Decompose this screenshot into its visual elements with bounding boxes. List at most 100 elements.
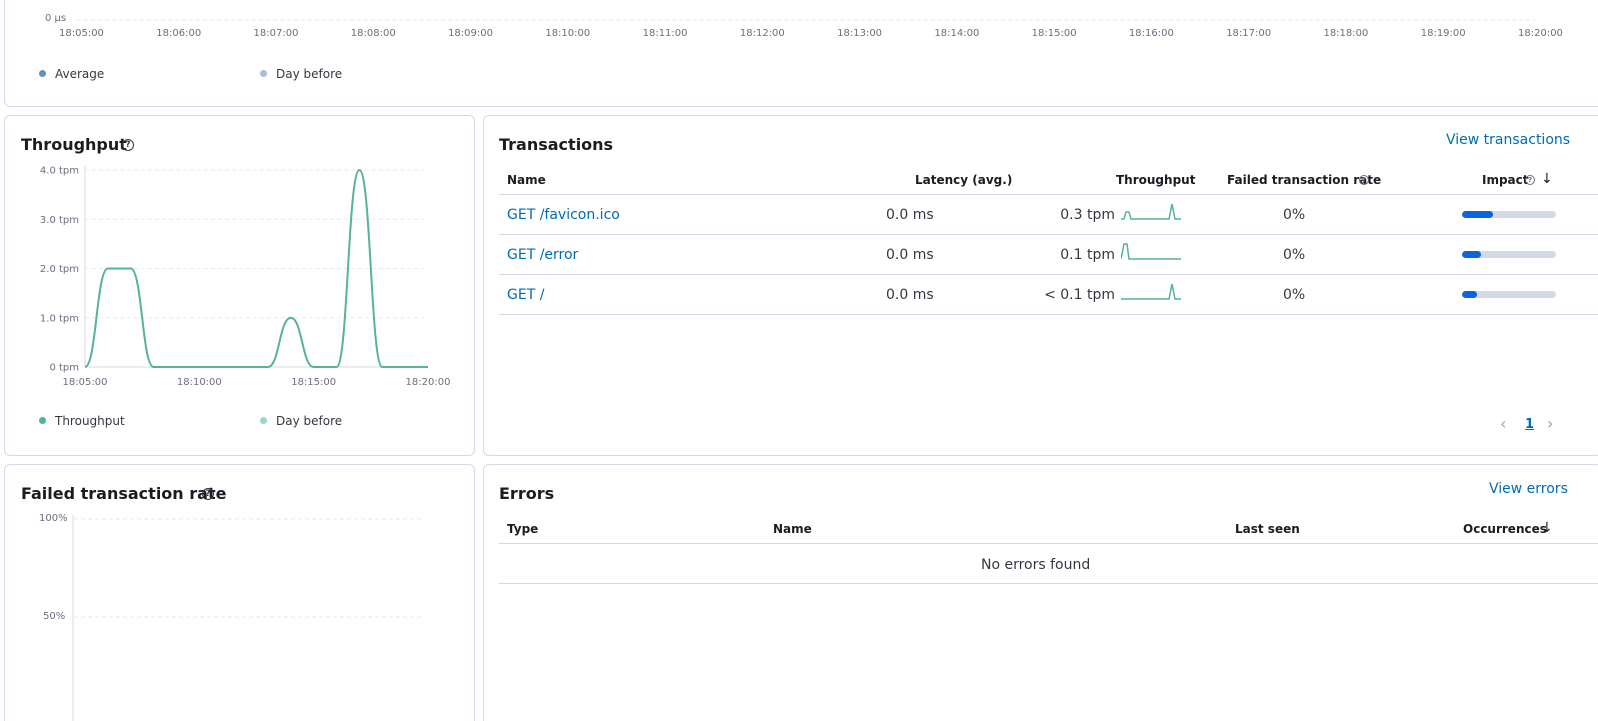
latency-x-tick: 18:19:00 bbox=[1420, 28, 1466, 39]
transaction-throughput: < 0.1 tpm bbox=[1044, 287, 1115, 303]
legend-label-day-before-throughput: Day before bbox=[276, 414, 343, 428]
latency-x-tick: 18:18:00 bbox=[1323, 28, 1369, 39]
column-header-type[interactable]: Type bbox=[507, 522, 538, 536]
throughput-y-tick: 1.0 tpm bbox=[40, 313, 79, 324]
transaction-name-link[interactable]: GET /favicon.ico bbox=[507, 207, 620, 223]
view-errors-link[interactable]: View errors bbox=[1489, 481, 1568, 497]
table-row-divider bbox=[499, 234, 1598, 235]
transaction-failed-rate: 0% bbox=[1283, 247, 1306, 263]
help-icon[interactable]: ? bbox=[1525, 175, 1535, 185]
table-row-divider bbox=[499, 274, 1598, 275]
legend-throughput[interactable]: Throughput bbox=[39, 414, 125, 428]
view-transactions-link[interactable]: View transactions bbox=[1446, 132, 1570, 148]
errors-header-divider bbox=[499, 543, 1598, 544]
throughput-y-tick: 4.0 tpm bbox=[40, 166, 79, 177]
transaction-latency: 0.0 ms bbox=[886, 207, 934, 223]
impact-bar-fill bbox=[1462, 251, 1481, 258]
latency-x-tick: 18:17:00 bbox=[1226, 28, 1272, 39]
legend-day-before[interactable]: Day before bbox=[260, 67, 342, 81]
latency-x-tick: 18:13:00 bbox=[837, 28, 883, 39]
throughput-sparkline bbox=[1121, 283, 1181, 300]
column-header-failed-rate[interactable]: Failed transaction rate bbox=[1227, 173, 1381, 187]
transactions-panel: Transactions View transactions Name Late… bbox=[483, 115, 1598, 456]
legend-average[interactable]: Average bbox=[39, 67, 104, 81]
impact-bar-fill bbox=[1462, 291, 1478, 298]
latency-x-tick: 18:12:00 bbox=[739, 28, 785, 39]
latency-x-tick: 18:10:00 bbox=[545, 28, 591, 39]
impact-bar bbox=[1462, 251, 1556, 258]
throughput-y-tick: 0 tpm bbox=[49, 363, 79, 374]
failed-transaction-rate-panel: Failed transaction rate ? 100% 50% bbox=[4, 464, 475, 721]
transaction-latency: 0.0 ms bbox=[886, 287, 934, 303]
table-row-divider bbox=[499, 314, 1598, 315]
errors-row-divider bbox=[499, 583, 1598, 584]
help-icon[interactable]: ? bbox=[1359, 175, 1369, 185]
legend-label-day-before: Day before bbox=[276, 67, 343, 81]
latency-x-tick: 18:20:00 bbox=[1518, 28, 1563, 39]
latency-x-tick: 18:11:00 bbox=[642, 28, 688, 39]
table-header-divider bbox=[499, 194, 1598, 195]
pagination-page-1[interactable]: 1 bbox=[1525, 417, 1534, 432]
impact-bar bbox=[1462, 291, 1556, 298]
throughput-sparkline bbox=[1121, 203, 1181, 220]
failed-rate-y-tick-50: 50% bbox=[43, 611, 66, 622]
transactions-title: Transactions bbox=[499, 135, 614, 154]
pagination-next-icon[interactable]: › bbox=[1547, 414, 1553, 433]
legend-label-throughput: Throughput bbox=[55, 414, 125, 428]
column-header-last-seen[interactable]: Last seen bbox=[1235, 522, 1300, 536]
throughput-x-tick: 18:15:00 bbox=[291, 377, 336, 388]
latency-x-tick: 18:06:00 bbox=[156, 28, 202, 39]
pagination-prev-icon[interactable]: ‹ bbox=[1500, 414, 1506, 433]
throughput-x-tick: 18:20:00 bbox=[406, 377, 451, 388]
latency-y-tick: 0 µs bbox=[45, 13, 67, 24]
throughput-x-tick: 18:10:00 bbox=[177, 377, 222, 388]
legend-dot-day-before-throughput bbox=[260, 417, 267, 424]
latency-x-tick: 18:15:00 bbox=[1031, 28, 1077, 39]
legend-dot-average bbox=[39, 70, 46, 77]
transaction-failed-rate: 0% bbox=[1283, 207, 1306, 223]
transaction-latency: 0.0 ms bbox=[886, 247, 934, 263]
column-header-latency[interactable]: Latency (avg.) bbox=[915, 173, 1012, 187]
transaction-name-link[interactable]: GET / bbox=[507, 287, 544, 303]
legend-label-average: Average bbox=[55, 67, 105, 81]
latency-x-tick: 18:16:00 bbox=[1128, 28, 1174, 39]
column-header-error-name[interactable]: Name bbox=[773, 522, 812, 536]
legend-dot-throughput bbox=[39, 417, 46, 424]
latency-chart bbox=[77, 19, 1535, 21]
latency-x-tick: 18:07:00 bbox=[253, 28, 299, 39]
errors-panel: Errors View errors Type Name Last seen O… bbox=[483, 464, 1598, 721]
latency-x-tick: 18:05:00 bbox=[59, 28, 104, 39]
transaction-throughput: 0.1 tpm bbox=[1060, 247, 1115, 263]
sparkline-path bbox=[1121, 243, 1181, 260]
latency-x-tick: 18:14:00 bbox=[934, 28, 980, 39]
latency-x-tick: 18:08:00 bbox=[350, 28, 396, 39]
failed-rate-chart bbox=[72, 515, 425, 721]
latency-x-tick: 18:09:00 bbox=[448, 28, 493, 39]
sparkline-path bbox=[1121, 203, 1181, 220]
throughput-sparkline bbox=[1121, 243, 1181, 260]
throughput-y-tick: 3.0 tpm bbox=[40, 215, 79, 226]
latency-chart-panel: 0 µs 18:05:00 18:06:00 18:07:00 18:08:00 18:… bbox=[4, 0, 1598, 107]
failed-rate-y-tick-100: 100% bbox=[39, 513, 68, 524]
column-header-name[interactable]: Name bbox=[507, 173, 546, 187]
column-header-throughput[interactable]: Throughput bbox=[1116, 173, 1195, 187]
transaction-throughput: 0.3 tpm bbox=[1060, 207, 1115, 223]
column-header-occurrences[interactable]: Occurrences bbox=[1463, 522, 1547, 536]
column-header-failed-rate-label: Failed transaction rate bbox=[1227, 173, 1382, 187]
throughput-chart: 0 tpm 1.0 tpm 2.0 tpm 3.0 tpm 4.0 tpm 18:05:0… bbox=[40, 166, 451, 389]
throughput-x-tick: 18:05:00 bbox=[63, 377, 108, 388]
transaction-name-link[interactable]: GET /error bbox=[507, 247, 578, 263]
throughput-panel: Throughput ? 0 tpm 1.0 tpm 2.0 tpm 3.0 tpm 4… bbox=[4, 115, 475, 456]
sparkline-path bbox=[1121, 283, 1181, 300]
legend-day-before-throughput[interactable]: Day before bbox=[260, 414, 342, 428]
impact-bar bbox=[1462, 211, 1556, 218]
errors-title: Errors bbox=[499, 484, 555, 503]
errors-empty-message: No errors found bbox=[981, 557, 1091, 573]
legend-dot-day-before bbox=[260, 70, 267, 77]
impact-bar-fill bbox=[1462, 211, 1494, 218]
sort-descending-icon[interactable]: ↓ bbox=[1541, 520, 1553, 536]
column-header-impact[interactable]: Impact bbox=[1482, 173, 1529, 187]
throughput-y-tick: 2.0 tpm bbox=[40, 264, 79, 275]
sort-descending-icon[interactable]: ↓ bbox=[1541, 171, 1553, 187]
transaction-failed-rate: 0% bbox=[1283, 287, 1306, 303]
